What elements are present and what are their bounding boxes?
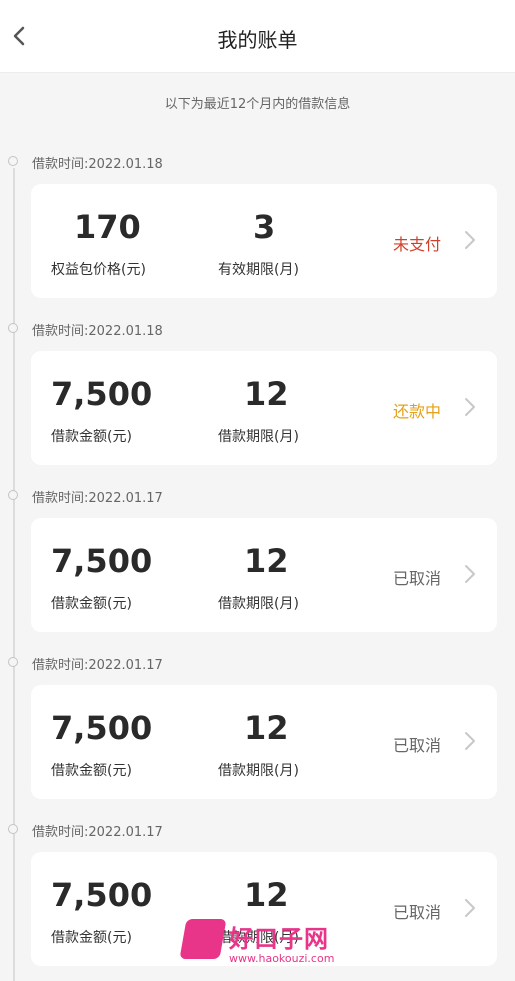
benefit-price-value: 170 (74, 208, 141, 246)
validity-period-value: 3 (253, 208, 276, 246)
loan-amount-label: 借款金额(元) (51, 930, 132, 946)
timeline-line (13, 168, 15, 981)
timeline-dot-icon (8, 824, 18, 834)
watermark-url: www.haokouzi.com (229, 952, 335, 965)
validity-period-label: 有效期限(月) (218, 262, 299, 278)
loan-amount-label: 借款金额(元) (51, 429, 132, 445)
loan-term-label: 借款期限(月) (218, 596, 299, 612)
benefit-price-label: 权益包价格(元) (51, 262, 146, 278)
loan-term-label: 借款期限(月) (218, 763, 299, 779)
header-bar: 我的账单 (0, 0, 515, 73)
loan-amount-label: 借款金额(元) (51, 596, 132, 612)
record-date: 借款时间:2022.01.17 (32, 658, 163, 673)
loan-term-value: 12 (244, 709, 289, 747)
loan-term-value: 12 (244, 375, 289, 413)
loan-term-value: 12 (244, 876, 289, 914)
watermark-logo-icon (179, 919, 227, 959)
loan-term-label: 借款期限(月) (218, 429, 299, 445)
bill-card[interactable]: 170 权益包价格(元) 3 有效期限(月) 未支付 (31, 184, 497, 298)
loan-amount-value: 7,500 (51, 709, 153, 747)
chevron-right-icon (465, 565, 475, 583)
bill-card[interactable]: 7,500 借款金额(元) 12 借款期限(月) 已取消 (31, 685, 497, 799)
record-date: 借款时间:2022.01.18 (32, 157, 163, 172)
chevron-right-icon (465, 398, 475, 416)
record-date: 借款时间:2022.01.17 (32, 491, 163, 506)
watermark: 好口子网 www.haokouzi.com (179, 917, 343, 973)
loan-term-value: 12 (244, 542, 289, 580)
chevron-right-icon (465, 899, 475, 917)
record-date: 借款时间:2022.01.17 (32, 825, 163, 840)
chevron-right-icon (465, 732, 475, 750)
loan-amount-value: 7,500 (51, 542, 153, 580)
bill-card[interactable]: 7,500 借款金额(元) 12 借款期限(月) 还款中 (31, 351, 497, 465)
watermark-title: 好口子网 (229, 925, 329, 953)
timeline-dot-icon (8, 657, 18, 667)
timeline-dot-icon (8, 156, 18, 166)
list-subtitle: 以下为最近12个月内的借款信息 (164, 97, 351, 112)
timeline-dot-icon (8, 323, 18, 333)
loan-amount-value: 7,500 (51, 375, 153, 413)
loan-amount-label: 借款金额(元) (51, 763, 132, 779)
loan-amount-value: 7,500 (51, 876, 153, 914)
page-title: 我的账单 (217, 28, 298, 52)
bill-card[interactable]: 7,500 借款金额(元) 12 借款期限(月) 已取消 (31, 518, 497, 632)
timeline-dot-icon (8, 490, 18, 500)
record-date: 借款时间:2022.01.18 (32, 324, 163, 339)
chevron-right-icon (465, 231, 475, 249)
